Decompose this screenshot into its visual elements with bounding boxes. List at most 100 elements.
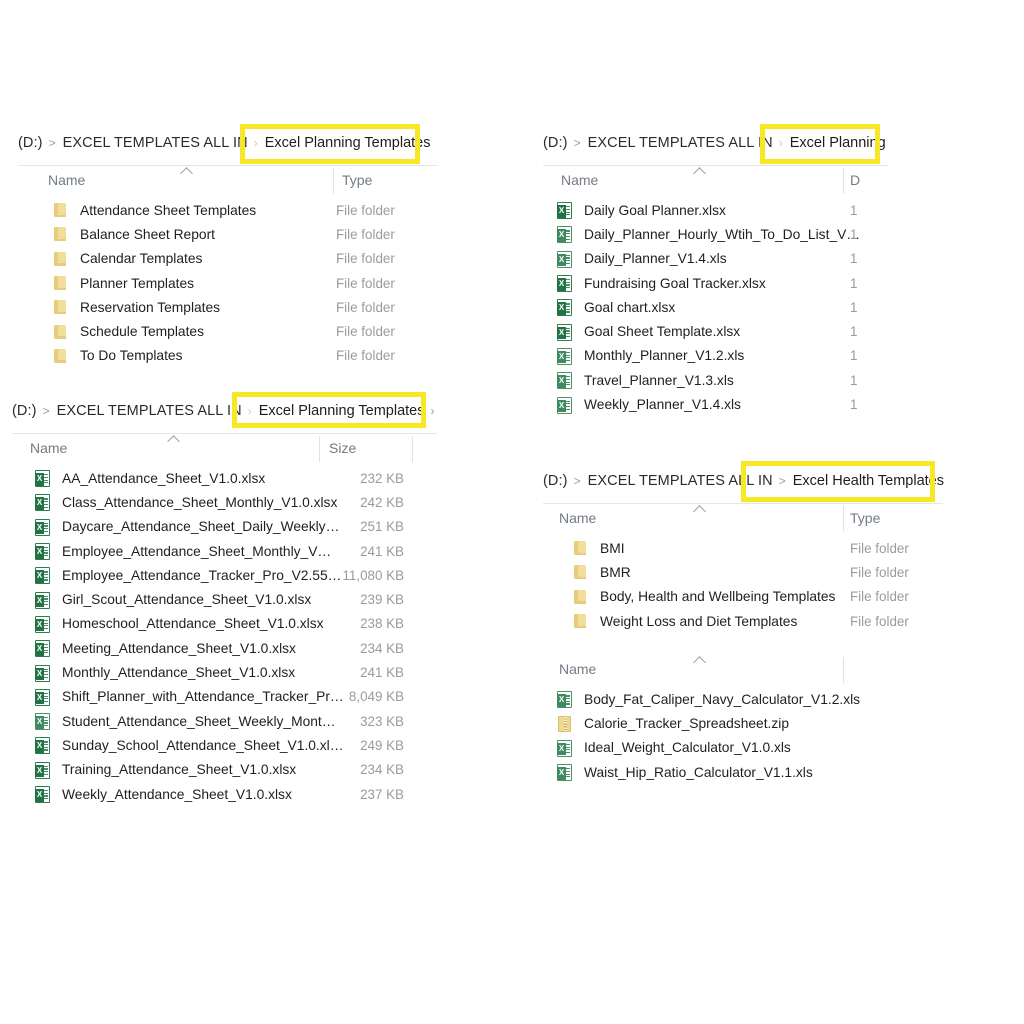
list-item[interactable]: X Employee_Attendance_Tracker_Pro_V2.55…… — [12, 563, 437, 587]
item-size: 241 KB — [360, 665, 404, 681]
breadcrumb[interactable]: (D:) > EXCEL TEMPLATES ALL IN > Excel He… — [543, 462, 944, 500]
list-item[interactable]: X Homeschool_Attendance_Sheet_V1.0.xlsx … — [12, 612, 437, 636]
item-name: Weight Loss and Diet Templates — [600, 613, 798, 629]
list-item[interactable]: X Employee_Attendance_Sheet_Monthly_V… 2… — [12, 539, 437, 563]
breadcrumb-current[interactable]: Excel Planning Templates — [259, 403, 425, 419]
item-name: Meeting_Attendance_Sheet_V1.0.xlsx — [62, 640, 296, 656]
list-item[interactable]: Planner Templates File folder — [18, 271, 438, 295]
breadcrumb-drive[interactable]: (D:) — [18, 135, 43, 151]
list-item[interactable]: X Body_Fat_Caliper_Navy_Calculator_V1.2.… — [543, 687, 943, 711]
breadcrumb[interactable]: (D:) > EXCEL TEMPLATES ALL IN › Excel Pl… — [12, 392, 437, 430]
list-item[interactable]: X Monthly_Planner_V1.2.xls 1 — [543, 344, 888, 368]
breadcrumb-root[interactable]: EXCEL TEMPLATES ALL IN — [588, 473, 773, 489]
column-header-row: Name D — [543, 166, 888, 198]
column-header-date[interactable]: D — [850, 172, 860, 188]
folder-icon — [51, 347, 71, 365]
breadcrumb-separator-icon: > — [573, 474, 581, 488]
list-item[interactable]: BMI File folder — [543, 536, 943, 560]
list-item[interactable]: X Class_Attendance_Sheet_Monthly_V1.0.xl… — [12, 490, 437, 514]
list-item[interactable]: X AA_Attendance_Sheet_V1.0.xlsx 232 KB — [12, 466, 437, 490]
breadcrumb[interactable]: (D:) > EXCEL TEMPLATES ALL IN › Excel Pl… — [543, 124, 888, 162]
breadcrumb-drive[interactable]: (D:) — [543, 135, 568, 151]
list-item[interactable]: X Monthly_Attendance_Sheet_V1.0.xlsx 241… — [12, 660, 437, 684]
column-header-name[interactable]: Name — [561, 172, 598, 188]
breadcrumb-current[interactable]: Excel Planning Templates — [265, 135, 431, 151]
column-header-name[interactable]: Name — [559, 510, 596, 526]
breadcrumb-root[interactable]: EXCEL TEMPLATES ALL IN — [63, 135, 248, 151]
column-header-type[interactable]: Type — [342, 172, 372, 188]
list-item[interactable]: Schedule Templates File folder — [18, 319, 438, 343]
excel-file-icon: X — [33, 785, 53, 803]
list-item[interactable]: Weight Loss and Diet Templates File fold… — [543, 609, 943, 633]
list-item[interactable]: X Fundraising Goal Tracker.xlsx 1 — [543, 271, 888, 295]
item-name: Shift_Planner_with_Attendance_Tracker_Pr… — [62, 689, 344, 705]
list-item[interactable]: BMR File folder — [543, 560, 943, 584]
list-item[interactable]: X Waist_Hip_Ratio_Calculator_V1.1.xls — [543, 760, 943, 784]
list-item[interactable]: X Daycare_Attendance_Sheet_Daily_Weekly…… — [12, 515, 437, 539]
list-item[interactable]: X Student_Attendance_Sheet_Weekly_Mont… … — [12, 709, 437, 733]
column-divider[interactable] — [333, 168, 334, 194]
item-date: 1 — [850, 397, 858, 413]
list-item[interactable]: X Daily Goal Planner.xlsx 1 — [543, 198, 888, 222]
excel-file-icon: X — [33, 542, 53, 561]
list-item[interactable]: X Daily_Planner_Hourly_Wtih_To_Do_List_V… — [543, 222, 888, 246]
list-item[interactable]: To Do Templates File folder — [18, 344, 438, 368]
column-header-type[interactable]: Type — [850, 510, 880, 526]
item-size: 239 KB — [360, 592, 404, 608]
item-size: 8,049 KB — [348, 689, 404, 705]
list-item[interactable]: Calendar Templates File folder — [18, 247, 438, 271]
column-divider[interactable] — [843, 168, 844, 194]
column-divider[interactable] — [319, 436, 320, 462]
excel-file-icon: X — [555, 371, 575, 390]
column-divider[interactable] — [412, 436, 413, 462]
breadcrumb-root[interactable]: EXCEL TEMPLATES ALL IN — [57, 403, 242, 419]
column-divider[interactable] — [843, 506, 844, 532]
list-item[interactable]: Reservation Templates File folder — [18, 295, 438, 319]
excel-file-icon: X — [33, 639, 53, 658]
item-name: Body_Fat_Caliper_Navy_Calculator_V1.2.xl… — [584, 691, 861, 707]
list-item[interactable]: Body, Health and Wellbeing Templates Fil… — [543, 585, 943, 609]
breadcrumb-separator-icon: › — [778, 136, 783, 150]
list-item[interactable]: X Meeting_Attendance_Sheet_V1.0.xlsx 234… — [12, 636, 437, 660]
explorer-panel-excel-planning: (D:) > EXCEL TEMPLATES ALL IN › Excel Pl… — [543, 124, 888, 417]
excel-file-icon: X — [33, 591, 53, 609]
item-size: 249 KB — [360, 737, 404, 753]
folder-icon — [571, 563, 591, 581]
column-divider[interactable] — [843, 657, 844, 684]
list-item[interactable]: X Goal Sheet Template.xlsx 1 — [543, 319, 888, 343]
list-item[interactable]: Attendance Sheet Templates File folder — [18, 198, 438, 222]
list-item[interactable]: X Girl_Scout_Attendance_Sheet_V1.0.xlsx … — [12, 587, 437, 611]
list-item[interactable]: Calorie_Tracker_Spreadsheet.zip — [543, 711, 943, 735]
list-item[interactable]: X Goal chart.xlsx 1 — [543, 295, 888, 319]
excel-file-icon: X — [555, 347, 575, 365]
list-item[interactable]: X Sunday_School_Attendance_Sheet_V1.0.xl… — [12, 733, 437, 757]
item-date: 1 — [850, 372, 858, 388]
breadcrumb[interactable]: (D:) > EXCEL TEMPLATES ALL IN › Excel Pl… — [18, 124, 438, 162]
item-name: Reservation Templates — [80, 299, 221, 315]
list-item[interactable]: X Weekly_Planner_V1.4.xls 1 — [543, 392, 888, 416]
list-item[interactable]: Balance Sheet Report File folder — [18, 222, 438, 246]
list-item[interactable]: X Weekly_Attendance_Sheet_V1.0.xlsx 237 … — [12, 782, 437, 806]
breadcrumb-separator-icon: > — [48, 136, 56, 150]
column-header-name[interactable]: Name — [30, 440, 67, 456]
item-date: 1 — [850, 226, 858, 242]
breadcrumb-root[interactable]: EXCEL TEMPLATES ALL IN — [588, 135, 773, 151]
list-item[interactable]: X Training_Attendance_Sheet_V1.0.xlsx 23… — [12, 758, 437, 782]
breadcrumb-drive[interactable]: (D:) — [12, 403, 37, 419]
list-item[interactable]: X Ideal_Weight_Calculator_V1.0.xls — [543, 736, 943, 760]
breadcrumb-drive[interactable]: (D:) — [543, 473, 568, 489]
list-item[interactable]: X Travel_Planner_V1.3.xls 1 — [543, 368, 888, 392]
zip-file-icon — [555, 715, 575, 733]
breadcrumb-current[interactable]: Excel Planning — [790, 135, 886, 151]
item-date: 1 — [850, 251, 858, 267]
column-header-name[interactable]: Name — [48, 172, 85, 188]
column-header-name[interactable]: Name — [559, 661, 596, 677]
item-date: 1 — [850, 275, 858, 291]
item-name: Travel_Planner_V1.3.xls — [584, 372, 734, 388]
list-item[interactable]: X Daily_Planner_V1.4.xls 1 — [543, 247, 888, 271]
breadcrumb-current[interactable]: Excel Health Templates — [793, 473, 944, 489]
column-header-row-secondary: Name — [543, 655, 943, 687]
folder-icon — [571, 588, 591, 606]
column-header-size[interactable]: Size — [329, 440, 356, 456]
list-item[interactable]: X Shift_Planner_with_Attendance_Tracker_… — [12, 685, 437, 709]
